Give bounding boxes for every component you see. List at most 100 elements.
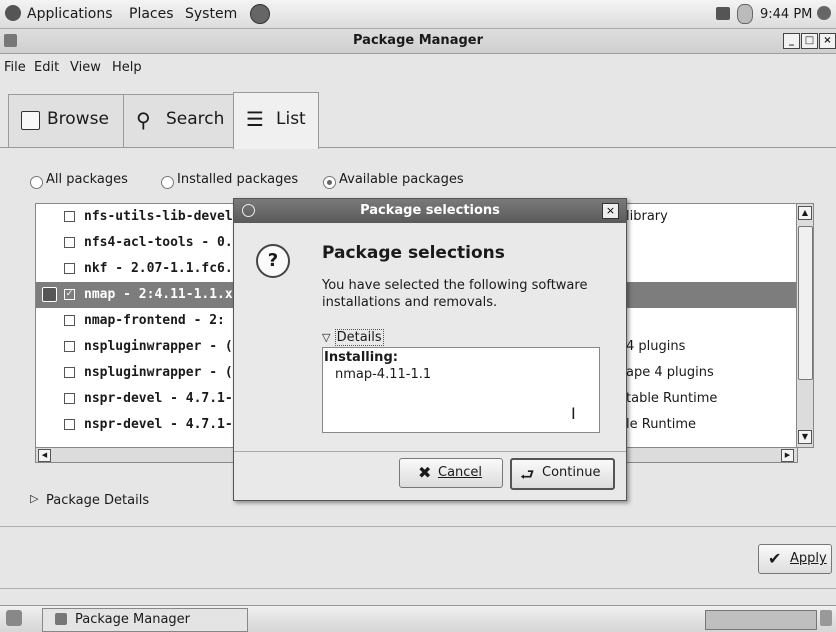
- checkmark-icon: ✔: [768, 549, 782, 568]
- menu-edit[interactable]: Edit: [34, 60, 59, 75]
- package-name: nkf - 2.07-1.1.fc6.x: [84, 261, 241, 276]
- tab-list-label: List: [276, 109, 306, 129]
- continue-button-label: Continue: [542, 465, 601, 480]
- expander-arrow-icon[interactable]: ▷: [30, 492, 38, 505]
- dialog-message: You have selected the following software…: [322, 278, 588, 310]
- notification-icon[interactable]: [737, 4, 753, 24]
- continue-icon: ⮐: [520, 465, 535, 484]
- row-checkbox[interactable]: [64, 237, 75, 248]
- tab-list[interactable]: ☰ List: [233, 92, 319, 149]
- package-details-expander[interactable]: Package Details: [46, 493, 149, 508]
- tab-search[interactable]: ⚲ Search: [123, 94, 235, 147]
- cancel-button[interactable]: ✖ Cancel: [399, 458, 503, 488]
- cancel-icon: ✖: [418, 463, 432, 482]
- window-titlebar[interactable]: Package Manager _ □ ×: [0, 29, 836, 54]
- fedora-icon[interactable]: [5, 5, 21, 21]
- taskbar-button-package-manager[interactable]: Package Manager: [42, 608, 248, 632]
- show-desktop-icon[interactable]: [6, 610, 22, 626]
- separator: [0, 526, 836, 527]
- scroll-left-button[interactable]: ◀: [38, 449, 51, 462]
- package-desc: le Runtime: [626, 417, 697, 432]
- tab-browse[interactable]: Browse: [8, 94, 125, 147]
- window-title: Package Manager: [353, 33, 483, 48]
- browser-icon[interactable]: [250, 4, 270, 24]
- package-name: nfs-utils-lib-devel -: [84, 209, 249, 224]
- package-name: nspr-devel - 4.7.1-1: [84, 391, 241, 406]
- apply-button-label: Apply: [790, 551, 827, 566]
- install-marker-icon: [42, 287, 57, 302]
- expander-open-icon: ▽: [322, 331, 331, 344]
- row-checkbox[interactable]: [64, 315, 75, 326]
- continue-button[interactable]: ⮐ Continue: [510, 458, 615, 490]
- browse-icon: [21, 111, 40, 130]
- row-checkbox[interactable]: [64, 419, 75, 430]
- radio-all-packages-label[interactable]: All packages: [46, 172, 128, 187]
- scroll-up-button[interactable]: ▲: [798, 206, 812, 220]
- radio-available-packages-label[interactable]: Available packages: [339, 172, 464, 187]
- package-name: nspluginwrapper - (: [84, 339, 233, 354]
- vertical-scrollbar[interactable]: ▲ ▼: [796, 203, 814, 448]
- row-checkbox[interactable]: [64, 263, 75, 274]
- maximize-button[interactable]: □: [801, 33, 818, 49]
- dialog-title: Package selections: [360, 203, 500, 218]
- details-expander[interactable]: ▽ Details: [322, 329, 384, 346]
- tab-divider: [0, 147, 836, 148]
- row-checkbox[interactable]: [64, 367, 75, 378]
- dialog-separator: [234, 451, 626, 452]
- taskbar-button-label: Package Manager: [75, 612, 191, 627]
- package-name: nspluginwrapper - (: [84, 365, 233, 380]
- radio-installed-packages-label[interactable]: Installed packages: [177, 172, 298, 187]
- package-manager-icon: [55, 613, 67, 625]
- installing-item: nmap-4.11-1.1: [335, 367, 432, 382]
- cancel-button-label: Cancel: [438, 465, 483, 480]
- package-name: nspr-devel - 4.7.1-1: [84, 417, 241, 432]
- clock[interactable]: 9:44 PM: [760, 7, 812, 22]
- dialog-heading: Package selections: [322, 243, 505, 263]
- dialog-close-button[interactable]: ×: [602, 203, 619, 219]
- package-desc: table Runtime: [626, 391, 718, 406]
- applications-menu[interactable]: Applications: [27, 6, 113, 22]
- power-icon[interactable]: [817, 6, 831, 20]
- workspace-switcher[interactable]: [705, 610, 817, 630]
- menubar: File Edit View Help: [0, 54, 836, 80]
- radio-available-packages[interactable]: [323, 176, 336, 189]
- row-checkbox[interactable]: [64, 211, 75, 222]
- radio-installed-packages[interactable]: [161, 176, 174, 189]
- details-label: Details: [334, 329, 384, 346]
- close-window-button[interactable]: ×: [819, 33, 836, 49]
- package-selections-dialog: Package selections × ? Package selection…: [233, 198, 627, 501]
- row-checkbox[interactable]: [64, 341, 75, 352]
- row-checkbox[interactable]: [64, 393, 75, 404]
- top-panel: Applications Places System 9:44 PM: [0, 0, 836, 29]
- minimize-button[interactable]: _: [783, 33, 800, 49]
- question-icon: ?: [256, 244, 290, 278]
- system-menu[interactable]: System: [185, 6, 237, 22]
- trash-icon[interactable]: [820, 610, 832, 626]
- scroll-right-button[interactable]: ▶: [781, 449, 794, 462]
- row-checkbox[interactable]: ✓: [64, 289, 75, 300]
- details-textbox[interactable]: Installing: nmap-4.11-1.1 I: [322, 347, 600, 433]
- menu-view[interactable]: View: [70, 60, 101, 75]
- dialog-titlebar[interactable]: Package selections ×: [234, 199, 626, 223]
- scroll-down-button[interactable]: ▼: [798, 430, 812, 444]
- update-icon[interactable]: [716, 7, 730, 20]
- tab-search-label: Search: [166, 109, 225, 129]
- text-cursor-icon: I: [571, 404, 576, 423]
- places-menu[interactable]: Places: [129, 6, 174, 22]
- package-name: nmap-frontend - 2:: [84, 313, 225, 328]
- apply-button[interactable]: ✔ Apply: [758, 544, 832, 574]
- search-icon: ⚲: [136, 108, 151, 132]
- separator: [0, 588, 836, 589]
- package-name: nmap - 2:4.11-1.1.x: [84, 287, 233, 302]
- scroll-thumb[interactable]: [798, 226, 813, 380]
- radio-all-packages[interactable]: [30, 176, 43, 189]
- package-name: nfs4-acl-tools - 0.3: [84, 235, 241, 250]
- list-icon: ☰: [246, 107, 264, 131]
- package-desc: library: [626, 209, 668, 224]
- menu-file[interactable]: File: [4, 60, 26, 75]
- installing-heading: Installing:: [324, 350, 398, 365]
- menu-help[interactable]: Help: [112, 60, 142, 75]
- package-desc: ape 4 plugins: [626, 365, 714, 380]
- package-desc: 4 plugins: [626, 339, 686, 354]
- tab-browse-label: Browse: [47, 109, 109, 129]
